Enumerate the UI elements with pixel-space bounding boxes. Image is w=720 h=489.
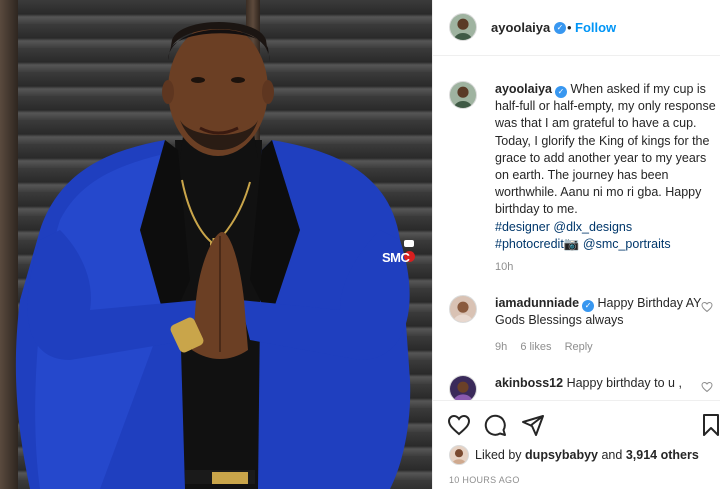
comment-avatar[interactable]: [449, 295, 477, 323]
comment-username[interactable]: akinboss12: [495, 376, 563, 390]
comment-likes[interactable]: 6 likes: [520, 341, 551, 353]
share-icon[interactable]: [521, 413, 545, 437]
comment-avatar[interactable]: [449, 375, 477, 400]
verified-icon: ✓: [554, 86, 567, 98]
liker-avatar[interactable]: [449, 445, 469, 465]
post-header: ayoolaiya ✓ • Follow: [433, 0, 720, 56]
comment-reply[interactable]: Reply: [565, 341, 593, 353]
post-actions: Liked by dupsybabyy and 3,914 others 10 …: [433, 400, 720, 489]
watermark-text: SMC: [382, 250, 410, 265]
camera-icon: [404, 240, 414, 247]
comments-list[interactable]: ayoolaiya ✓ When asked if my cup is half-…: [433, 57, 720, 400]
comment-meta: 9h 6 likes Reply: [495, 341, 603, 353]
post-username[interactable]: ayoolaiya: [491, 20, 550, 35]
bookmark-icon[interactable]: [699, 413, 720, 437]
heart-icon[interactable]: [701, 381, 713, 393]
heart-icon[interactable]: [701, 301, 713, 313]
liked-by-text: Liked by dupsybabyy and 3,914 others: [475, 448, 699, 462]
liked-by-middle: and: [601, 448, 623, 462]
photographer-watermark: SMC: [380, 240, 420, 270]
camera-emoji-icon: 📷: [563, 236, 580, 251]
comment-body: iamadunniade ✓ Happy Birthday AY Gods Ble…: [495, 295, 707, 329]
caption-text-block: ayoolaiya ✓ When asked if my cup is half-…: [495, 81, 717, 253]
separator-dot: •: [567, 20, 572, 35]
mention-dlx-designs[interactable]: @dlx_designs: [553, 220, 632, 234]
heart-icon[interactable]: [447, 413, 471, 437]
comment-body: akinboss12 Happy birthday to u ,: [495, 375, 707, 392]
caption-username[interactable]: ayoolaiya: [495, 82, 552, 96]
avatar[interactable]: [449, 13, 477, 41]
comment-username[interactable]: iamadunniade: [495, 296, 579, 310]
liked-by-prefix: Liked by: [475, 448, 522, 462]
post-photo[interactable]: SMC: [0, 0, 432, 489]
man-in-blue-suit-illustration: [15, 22, 411, 489]
liked-by-user[interactable]: dupsybabyy: [525, 448, 598, 462]
hashtag-photocredit[interactable]: #photocredit: [495, 237, 564, 251]
verified-icon: ✓: [582, 300, 595, 312]
post-timestamp[interactable]: 10 HOURS AGO: [449, 475, 520, 485]
hashtag-designer[interactable]: #designer: [495, 220, 550, 234]
comment-icon[interactable]: [483, 413, 507, 437]
follow-button[interactable]: Follow: [575, 20, 616, 35]
comment-text: Happy birthday to u ,: [566, 376, 682, 390]
comment-time: 9h: [495, 341, 508, 353]
mention-smc-portraits[interactable]: @smc_portraits: [583, 237, 671, 251]
caption-text: When asked if my cup is half-full or hal…: [495, 82, 716, 217]
likes-count[interactable]: 3,914 others: [626, 448, 699, 462]
caption-time: 10h: [495, 261, 514, 273]
post-sidebar: ayoolaiya ✓ • Follow ayoolaiya ✓ When ask…: [432, 0, 720, 489]
caption-avatar[interactable]: [449, 81, 477, 109]
verified-icon: ✓: [554, 22, 566, 34]
